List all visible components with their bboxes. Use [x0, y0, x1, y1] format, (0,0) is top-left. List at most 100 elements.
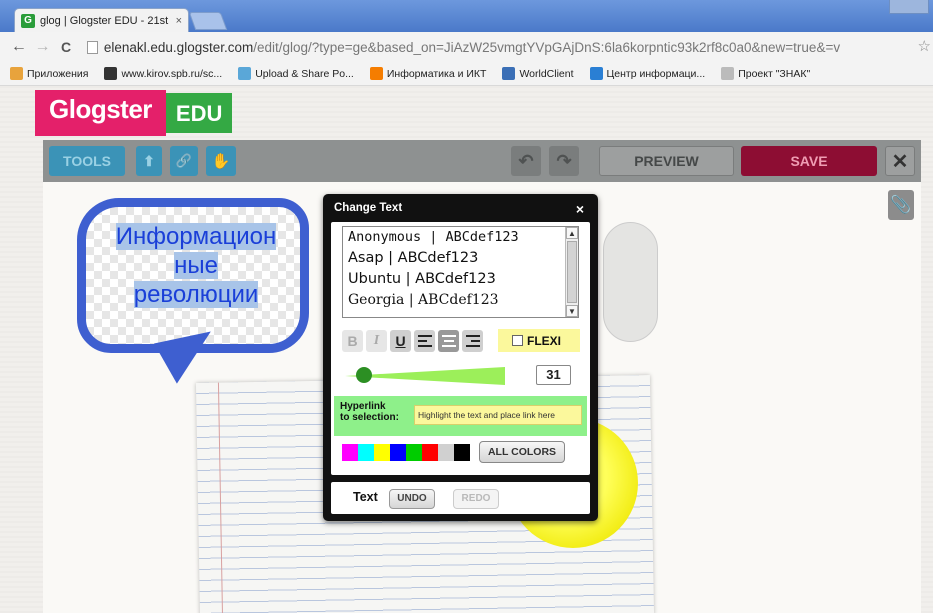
- bookmark-item[interactable]: Центр информаци...: [589, 67, 706, 80]
- undo-icon[interactable]: ↶: [511, 146, 541, 176]
- align-center-button[interactable]: [438, 329, 459, 352]
- globe-icon: [502, 67, 516, 80]
- save-button[interactable]: SAVE: [741, 146, 877, 176]
- dialog-footer: Text UNDO REDO: [331, 482, 590, 514]
- bookmark-item[interactable]: www.kirov.spb.ru/sc...: [104, 67, 222, 80]
- browser-tab[interactable]: G glog | Glogster EDU - 21st ×: [14, 8, 189, 32]
- redo-icon[interactable]: ↷: [549, 146, 579, 176]
- color-swatch[interactable]: [374, 444, 390, 461]
- flexi-toggle[interactable]: FLEXI: [498, 329, 580, 352]
- bookmark-star-icon[interactable]: ☆: [918, 37, 931, 55]
- paperclip-icon[interactable]: 📎: [888, 190, 914, 220]
- align-right-button[interactable]: [462, 329, 483, 352]
- tab-close-icon[interactable]: ×: [176, 15, 182, 27]
- align-right-icon: [465, 334, 480, 347]
- wifi-icon: [589, 67, 603, 80]
- hyperlink-row: Hyperlink to selection: Highlight the te…: [334, 396, 587, 436]
- hyperlink-label: Hyperlink to selection:: [340, 401, 399, 423]
- color-swatch[interactable]: [406, 444, 422, 461]
- glogster-favicon-icon: G: [21, 13, 35, 28]
- bookmark-label: Приложения: [27, 67, 89, 80]
- align-left-button[interactable]: [414, 329, 435, 352]
- tab-title: glog | Glogster EDU - 21st: [40, 14, 169, 27]
- glogster-logo[interactable]: Glogster EDU: [35, 90, 233, 136]
- bubble-text-line: Информацион: [115, 223, 277, 250]
- url-path: /edit/glog/?type=ge&based_on=JiAzW25vmgt…: [253, 39, 841, 55]
- preview-button[interactable]: PREVIEW: [599, 146, 734, 176]
- all-colors-button[interactable]: ALL COLORS: [479, 441, 565, 463]
- link-icon[interactable]: 🔗: [170, 146, 198, 176]
- bookmark-item[interactable]: Приложения: [10, 67, 88, 80]
- bookmark-label: WorldClient: [519, 67, 574, 80]
- upload-icon: [238, 67, 252, 80]
- font-option[interactable]: Asap | ABCdef123: [343, 248, 578, 269]
- color-swatch[interactable]: [422, 444, 438, 461]
- tools-button[interactable]: TOOLS: [49, 146, 125, 176]
- align-left-icon: [417, 334, 432, 347]
- page-icon: [721, 67, 735, 80]
- format-row: B I U FLEXI: [342, 329, 580, 352]
- edit-toolbar: TOOLS ⬆ 🔗 ✋ ↶ ↷ PREVIEW SAVE ✕: [43, 140, 921, 182]
- address-bar[interactable]: elenakl.edu.glogster.com/edit/glog/?type…: [83, 35, 933, 59]
- undo-button[interactable]: UNDO: [389, 489, 435, 509]
- color-swatch[interactable]: [454, 444, 470, 461]
- font-option[interactable]: Anonymous | ABCdef123: [343, 227, 578, 248]
- glogster-page: Glogster EDU TOOLS ⬆ 🔗 ✋ ↶ ↷ PREVIEW SAV…: [0, 86, 933, 613]
- bookmark-item[interactable]: WorldClient: [502, 67, 574, 80]
- hand-icon[interactable]: ✋: [206, 146, 236, 176]
- bold-button[interactable]: B: [342, 329, 363, 352]
- bookmark-label: Upload & Share Po...: [255, 67, 354, 80]
- window-controls[interactable]: [889, 0, 929, 14]
- back-icon[interactable]: ←: [8, 36, 30, 58]
- apps-icon: [10, 67, 23, 80]
- scroll-thumb[interactable]: [567, 241, 577, 303]
- font-list[interactable]: Anonymous | ABCdef123 Asap | ABCdef123 U…: [342, 226, 579, 318]
- dialog-close-icon[interactable]: ×: [576, 201, 584, 217]
- color-swatches: [342, 444, 470, 461]
- browser-tabstrip: G glog | Glogster EDU - 21st ×: [0, 0, 933, 32]
- page-icon: [86, 40, 98, 54]
- redo-button[interactable]: REDO: [453, 489, 499, 509]
- new-tab-button[interactable]: [188, 12, 228, 30]
- bubble-text-line: ные: [174, 252, 218, 279]
- dialog-title: Change Text: [334, 202, 403, 214]
- scroll-down-icon[interactable]: ▼: [566, 305, 578, 317]
- browser-toolbar: ← → C elenakl.edu.glogster.com/edit/glog…: [0, 32, 933, 62]
- upload-arrow-icon[interactable]: ⬆: [136, 146, 162, 176]
- italic-button[interactable]: I: [366, 329, 387, 352]
- bookmark-label: Проект "ЗНАК": [738, 67, 811, 80]
- font-option[interactable]: Georgia | ABCdef123: [343, 290, 578, 311]
- flexi-checkbox[interactable]: [512, 335, 523, 346]
- logo-glogster: Glogster: [35, 90, 166, 136]
- align-center-icon: [441, 334, 456, 347]
- bookmark-item[interactable]: Информатика и ИКТ: [369, 67, 487, 80]
- color-swatch[interactable]: [438, 444, 454, 461]
- blogger-icon: [369, 67, 383, 80]
- color-swatch[interactable]: [390, 444, 406, 461]
- bookmark-label: Информатика и ИКТ: [386, 67, 487, 80]
- close-editor-button[interactable]: ✕: [885, 146, 915, 176]
- color-swatch[interactable]: [358, 444, 374, 461]
- hyperlink-label-line: to selection:: [340, 412, 399, 423]
- bookmark-label: www.kirov.spb.ru/sc...: [121, 67, 223, 80]
- reload-icon[interactable]: C: [55, 36, 77, 58]
- forward-icon[interactable]: →: [32, 36, 54, 58]
- font-size-input[interactable]: 31: [536, 365, 571, 385]
- logo-edu: EDU: [165, 93, 233, 133]
- background-shape: [603, 222, 658, 342]
- bookmark-item[interactable]: Проект "ЗНАК": [721, 67, 810, 80]
- kirov-icon: [104, 67, 118, 80]
- bookmarks-bar: Приложения www.kirov.spb.ru/sc... Upload &…: [0, 62, 933, 86]
- scroll-up-icon[interactable]: ▲: [566, 227, 578, 239]
- font-list-scrollbar[interactable]: ▲ ▼: [565, 227, 578, 317]
- bookmark-item[interactable]: Upload & Share Po...: [238, 67, 354, 80]
- bookmark-label: Центр информаци...: [606, 67, 706, 80]
- change-text-dialog: Change Text × Anonymous | ABCdef123 Asap…: [323, 194, 598, 521]
- flexi-label: FLEXI: [527, 333, 562, 348]
- underline-button[interactable]: U: [390, 329, 411, 352]
- color-swatch[interactable]: [342, 444, 358, 461]
- font-option[interactable]: Ubuntu | ABCdef123: [343, 269, 578, 290]
- bubble-text-line: революции: [133, 281, 259, 308]
- hyperlink-input[interactable]: Highlight the text and place link here: [414, 405, 582, 425]
- bubble-text[interactable]: Информацион ные революции: [100, 222, 292, 309]
